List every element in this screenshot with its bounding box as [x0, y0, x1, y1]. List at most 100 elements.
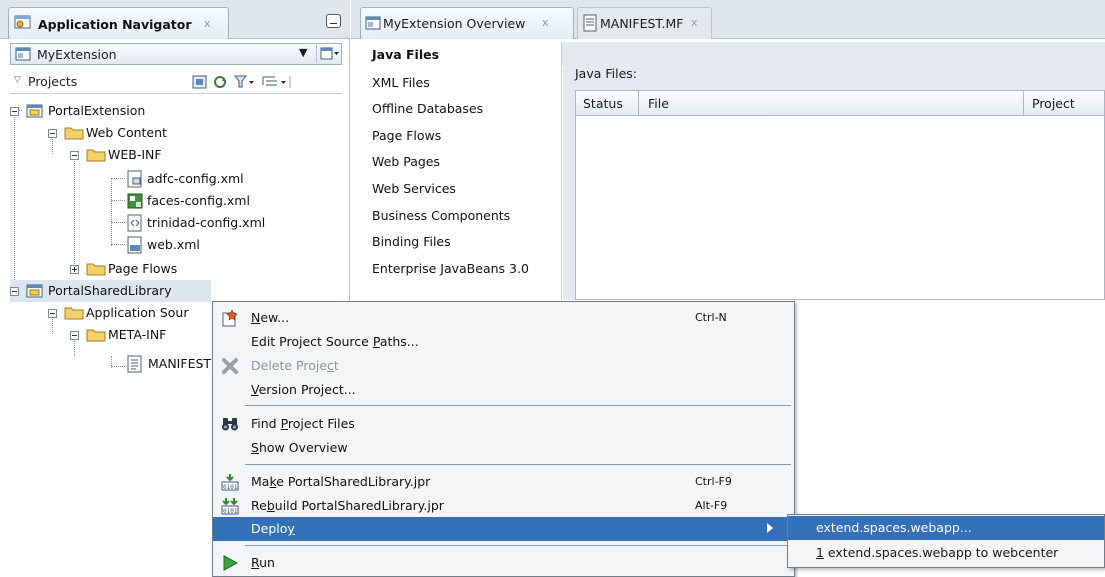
tree-item-application-sources[interactable]: Application Sour — [10, 302, 210, 324]
tree-item-label: Application Sour — [86, 305, 189, 320]
tree-item-faces-config[interactable]: faces-config.xml — [10, 190, 270, 212]
collapse-toggle-icon[interactable] — [48, 129, 57, 138]
category-java-files[interactable]: Java Files — [372, 47, 439, 62]
application-navigator-tab[interactable]: Application Navigator x — [8, 7, 229, 39]
menu-label: Delete Project — [251, 358, 339, 373]
collapse-triangle-icon[interactable]: ▽ — [14, 75, 21, 85]
tree-item-trinidad-config[interactable]: trinidad-config.xml — [10, 212, 270, 234]
projects-label: Projects — [28, 74, 78, 89]
menu-item-deploy[interactable]: Deploy — [213, 517, 794, 541]
menu-item-edit-source-paths[interactable]: Edit Project Source Paths... — [213, 330, 794, 354]
menu-item-show-overview[interactable]: Show Overview — [213, 436, 794, 460]
menu-item-new[interactable]: New... Ctrl-N — [213, 306, 794, 330]
menu-separator — [245, 464, 791, 465]
filter-icon[interactable] — [233, 75, 254, 89]
category-enterprise-javabeans[interactable]: Enterprise JavaBeans 3.0 — [372, 261, 529, 276]
menu-item-version-project[interactable]: Version Project... — [213, 378, 794, 402]
application-name: MyExtension — [37, 47, 117, 62]
folder-icon — [64, 305, 84, 324]
project-context-menu: New... Ctrl-N Edit Project Source Paths.… — [212, 301, 795, 577]
tab-label: MyExtension Overview — [383, 16, 526, 31]
close-icon[interactable]: x — [204, 17, 211, 30]
files-table-header: Status File Project — [576, 91, 1104, 116]
category-page-flows[interactable]: Page Flows — [372, 128, 441, 143]
menu-label: Find Project Files — [251, 416, 355, 431]
collapse-toggle-icon[interactable] — [70, 331, 79, 340]
menu-label: Deploy — [251, 521, 295, 536]
category-business-components[interactable]: Business Components — [372, 208, 510, 223]
editor-tab-bar: MyExtension Overview x MANIFEST.MF x — [351, 0, 1105, 39]
collapse-toggle-icon[interactable] — [10, 287, 19, 296]
collapse-toggle-icon[interactable] — [10, 107, 19, 116]
folder-icon — [86, 261, 106, 280]
menu-label: Run — [251, 555, 275, 570]
tree-item-adfc-config[interactable]: adfc-config.xml — [10, 168, 270, 190]
tree-item-label: trinidad-config.xml — [147, 215, 266, 230]
menu-label: Version Project... — [251, 382, 356, 397]
application-icon — [15, 46, 31, 65]
tree-item-web-content[interactable]: Web Content — [10, 122, 230, 144]
column-project[interactable]: Project — [1032, 96, 1075, 111]
tab-myextension-overview[interactable]: MyExtension Overview x — [360, 7, 574, 39]
column-file[interactable]: File — [648, 96, 669, 111]
deploy-submenu: extend.spaces.webapp... 1 extend.spaces.… — [787, 514, 1105, 568]
tree-item-label: Web Content — [86, 125, 167, 140]
tree-item-portalextension[interactable]: PortalExtension — [10, 100, 210, 122]
tree-item-page-flows[interactable]: Page Flows — [10, 258, 230, 280]
xml-file-icon — [126, 214, 144, 235]
tab-manifest-mf[interactable]: MANIFEST.MF x — [577, 7, 712, 39]
folder-icon — [86, 147, 106, 166]
tab-label: MANIFEST.MF — [600, 16, 684, 31]
tree-item-manifest[interactable]: MANIFEST — [10, 355, 212, 378]
delete-icon — [221, 357, 239, 375]
menu-label: Make PortalSharedLibrary.jpr — [251, 474, 431, 489]
menu-item-run[interactable]: Run — [213, 551, 794, 575]
application-selector[interactable]: MyExtension ▼ — [10, 43, 342, 65]
menu-label: New... — [251, 310, 290, 325]
category-binding-files[interactable]: Binding Files — [372, 234, 451, 249]
menu-item-make[interactable]: 0101 Make PortalSharedLibrary.jpr Ctrl-F… — [213, 470, 794, 494]
tree-item-label: adfc-config.xml — [147, 171, 244, 186]
collapse-toggle-icon[interactable] — [48, 309, 57, 318]
tree-item-portalsharedlibrary[interactable]: PortalSharedLibrary — [10, 280, 211, 302]
submenu-item-deploy-to-webcenter[interactable]: 1 extend.spaces.webapp to webcenter — [788, 541, 1104, 565]
application-menu-button[interactable] — [316, 45, 341, 63]
chevron-down-icon[interactable]: ▼ — [299, 46, 307, 59]
tree-item-label: WEB-INF — [108, 147, 162, 162]
submenu-item-extend-spaces-webapp[interactable]: extend.spaces.webapp... — [788, 516, 1104, 540]
refresh-icon[interactable] — [192, 75, 208, 89]
files-table: Status File Project — [575, 90, 1105, 300]
tree-item-label: META-INF — [108, 327, 167, 342]
tree-item-web-inf[interactable]: WEB-INF — [10, 144, 230, 166]
menu-item-find-project-files[interactable]: Find Project Files — [213, 412, 794, 436]
category-web-services[interactable]: Web Services — [372, 181, 456, 196]
category-web-pages[interactable]: Web Pages — [372, 154, 440, 169]
tree-options-icon[interactable] — [262, 75, 292, 89]
collapse-toggle-icon[interactable] — [70, 151, 79, 160]
column-divider — [638, 91, 639, 116]
close-icon[interactable]: x — [691, 16, 698, 29]
tree-item-label: Page Flows — [108, 261, 178, 276]
web-xml-icon — [126, 236, 144, 257]
expand-toggle-icon[interactable] — [70, 265, 79, 274]
project-icon — [26, 103, 44, 122]
column-divider — [1023, 91, 1024, 116]
application-navigator-icon — [14, 14, 32, 30]
tree-item-label: web.xml — [147, 237, 200, 252]
submenu-label: extend.spaces.webapp... — [816, 520, 972, 535]
sync-icon[interactable] — [212, 75, 228, 89]
category-xml-files[interactable]: XML Files — [372, 75, 430, 90]
submenu-arrow-icon — [767, 523, 773, 533]
menu-item-rebuild[interactable]: 0101 Rebuild PortalSharedLibrary.jpr Alt… — [213, 494, 794, 518]
minimize-button[interactable] — [326, 14, 341, 28]
new-icon — [221, 309, 239, 327]
tree-item-meta-inf[interactable]: META-INF — [10, 324, 210, 346]
column-status[interactable]: Status — [583, 96, 623, 111]
tree-item-label: MANIFEST — [148, 356, 212, 371]
application-icon — [365, 15, 381, 34]
rebuild-icon: 0101 — [221, 497, 239, 515]
tree-item-web-xml[interactable]: web.xml — [10, 234, 270, 256]
close-icon[interactable]: x — [542, 16, 549, 29]
category-offline-databases[interactable]: Offline Databases — [372, 101, 483, 116]
svg-text:0101: 0101 — [223, 508, 238, 515]
